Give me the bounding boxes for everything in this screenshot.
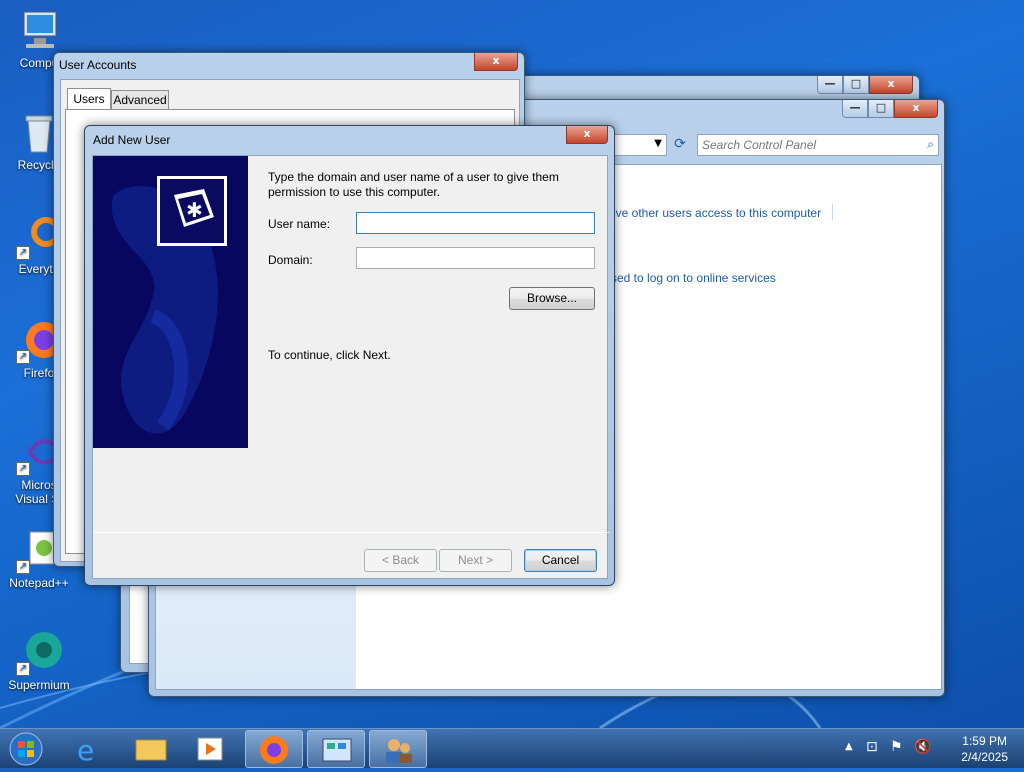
minimize-button[interactable]: —	[817, 76, 843, 94]
cancel-button[interactable]: Cancel	[524, 549, 597, 572]
supermium-icon: ↗	[16, 630, 62, 676]
shortcut-arrow-icon: ↗	[16, 462, 30, 476]
shortcut-arrow-icon: ↗	[16, 246, 30, 260]
add-new-user-dialog[interactable]: Add New User x ✱ Type the domain and use…	[84, 125, 615, 586]
internet-explorer-icon: e	[77, 734, 94, 767]
window-title: User Accounts	[59, 58, 137, 72]
shortcut-arrow-icon: ↗	[16, 560, 30, 574]
close-button[interactable]: x	[566, 126, 608, 144]
firefox-icon	[260, 736, 288, 764]
taskbar-file-explorer[interactable]	[121, 730, 179, 768]
online-services-link[interactable]: sed to log on to online services	[611, 271, 776, 285]
minimize-button[interactable]: —	[842, 100, 868, 118]
maximize-button[interactable]: □	[868, 100, 894, 118]
action-center-flag-icon[interactable]: ⚑	[890, 739, 903, 755]
tab-users[interactable]: Users	[67, 88, 111, 110]
refresh-icon[interactable]: ⟳	[669, 136, 691, 154]
clock-time: 1:59 PM	[962, 734, 1007, 748]
username-label: User name:	[268, 217, 331, 231]
intro-line-1: Type the domain and user name of a user …	[268, 170, 559, 184]
taskbar-user-accounts[interactable]	[369, 730, 427, 768]
username-field[interactable]	[356, 212, 595, 234]
close-button[interactable]: x	[894, 100, 938, 118]
control-panel-icon	[322, 738, 352, 762]
taskbar-control-panel[interactable]	[307, 730, 365, 768]
desktop-icon-label: Supermium	[8, 678, 70, 692]
clock[interactable]: 1:59 PM 2/4/2025	[961, 733, 1008, 765]
intro-text: Type the domain and user name of a user …	[268, 170, 598, 200]
domain-field[interactable]	[356, 247, 595, 269]
tab-advanced[interactable]: Advanced	[111, 90, 169, 110]
chevron-down-icon: ▼	[654, 138, 662, 149]
next-button[interactable]: Next >	[439, 549, 512, 572]
user-accounts-icon	[386, 739, 412, 763]
browse-button[interactable]: Browse...	[509, 287, 595, 310]
svg-text:e: e	[77, 734, 94, 767]
media-player-icon	[197, 737, 223, 761]
taskbar-internet-explorer[interactable]: e	[62, 730, 120, 768]
shortcut-arrow-icon: ↗	[16, 662, 30, 676]
network-icon[interactable]: ⊡	[866, 739, 878, 755]
show-hidden-icons-icon[interactable]: ▲	[845, 741, 853, 752]
separator	[93, 532, 609, 533]
dialog-title: Add New User	[93, 133, 171, 147]
file-explorer-icon	[135, 739, 167, 761]
back-button[interactable]: < Back	[364, 549, 437, 572]
svg-text:✱: ✱	[186, 198, 203, 222]
close-button[interactable]: x	[474, 53, 518, 71]
taskbar: e ▲ ⊡ ⚑ 🔇 1:59 PM 2/4/2025	[0, 728, 1024, 768]
dialog-body: ✱ Type the domain and user name of a use…	[92, 155, 609, 579]
search-input[interactable]	[700, 137, 912, 153]
continue-text: To continue, click Next.	[268, 348, 391, 362]
desktop-icon-supermium[interactable]: ↗ Supermium	[4, 630, 74, 692]
maximize-button[interactable]: □	[843, 76, 869, 94]
clock-date: 2/4/2025	[961, 750, 1008, 764]
shortcut-arrow-icon: ↗	[16, 350, 30, 364]
taskbar-media-player[interactable]	[181, 730, 239, 768]
give-access-link[interactable]: ive other users access to this computer	[613, 206, 821, 220]
domain-label: Domain:	[268, 253, 313, 267]
user-key-icon: ✱	[157, 176, 227, 246]
desktop-icon-label: Firefo	[23, 366, 55, 380]
start-button[interactable]	[4, 730, 48, 768]
search-box[interactable]: ⌕	[697, 134, 939, 156]
wizard-banner: ✱	[93, 156, 248, 448]
intro-line-2: permission to use this computer.	[268, 185, 441, 199]
taskbar-firefox[interactable]	[245, 730, 303, 768]
close-button[interactable]: x	[869, 76, 913, 94]
desktop-icon-label: Notepad++	[9, 576, 69, 590]
volume-muted-icon[interactable]: 🔇	[914, 739, 931, 755]
computer-icon	[16, 8, 62, 54]
search-icon[interactable]: ⌕	[927, 137, 934, 152]
